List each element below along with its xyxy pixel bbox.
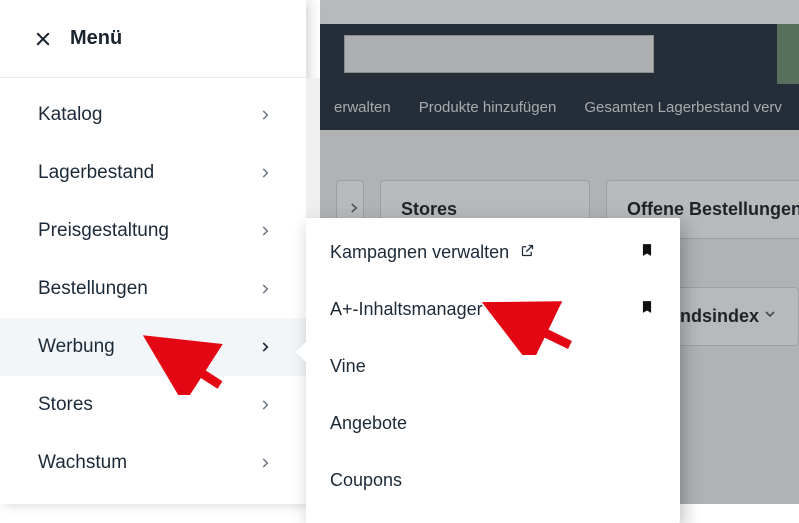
sidebar-item-preisgestaltung[interactable]: Preisgestaltung: [0, 202, 306, 260]
submenu-werbung: Kampagnen verwalten A+-Inhaltsmanager Vi…: [306, 218, 680, 523]
sidebar-item-lagerbestand[interactable]: Lagerbestand: [0, 144, 306, 202]
sidebar-item-label: Wachstum: [38, 452, 127, 474]
sidebar-menu: Katalog Lagerbestand Preisgestaltung Bes…: [0, 78, 306, 500]
chevron-right-icon: [258, 108, 272, 122]
nav-link-inventory[interactable]: Gesamten Lagerbestand verv: [584, 99, 782, 116]
submenu-item-label: Kampagnen verwalten: [330, 242, 509, 262]
sidebar-item-label: Bestellungen: [38, 278, 148, 300]
nav-link-add-products[interactable]: Produkte hinzufügen: [419, 99, 557, 116]
sidebar-header: Menü: [0, 0, 306, 78]
top-bar: [320, 24, 799, 84]
chevron-down-icon: [762, 306, 778, 327]
card-title: Stores: [401, 199, 457, 220]
close-icon[interactable]: [34, 30, 52, 48]
submenu-item-aplus[interactable]: A+-Inhaltsmanager: [306, 281, 680, 338]
nav-link-manage[interactable]: erwalten: [334, 99, 391, 116]
sidebar-item-label: Katalog: [38, 104, 102, 126]
sidebar: Menü Katalog Lagerbestand Preisgestaltun…: [0, 0, 306, 504]
chevron-down-icon: [347, 199, 361, 220]
submenu-item-coupons[interactable]: Coupons: [306, 452, 680, 509]
submenu-item-label: A+-Inhaltsmanager: [330, 299, 483, 320]
chevron-right-icon: [258, 166, 272, 180]
chevron-right-icon: [258, 456, 272, 470]
external-link-icon: [520, 242, 535, 262]
sidebar-item-wachstum[interactable]: Wachstum: [0, 434, 306, 492]
submenu-item-kampagnen[interactable]: Kampagnen verwalten: [306, 224, 680, 281]
bookmark-icon[interactable]: [640, 242, 654, 263]
submenu-item-label: Vine: [330, 356, 366, 377]
submenu-item-angebote[interactable]: Angebote: [306, 395, 680, 452]
bookmark-icon[interactable]: [640, 299, 654, 320]
sidebar-item-bestellungen[interactable]: Bestellungen: [0, 260, 306, 318]
search-button[interactable]: [777, 24, 799, 84]
card-title: andsindex: [670, 306, 759, 327]
sidebar-item-stores[interactable]: Stores: [0, 376, 306, 434]
sidebar-item-label: Stores: [38, 394, 93, 416]
chevron-right-icon: [258, 340, 272, 354]
chevron-right-icon: [258, 398, 272, 412]
sidebar-item-werbung[interactable]: Werbung: [0, 318, 306, 376]
submenu-item-vine[interactable]: Vine: [306, 338, 680, 395]
sidebar-item-label: Werbung: [38, 336, 115, 358]
card-title: Offene Bestellungen: [627, 199, 799, 220]
chevron-right-icon: [258, 224, 272, 238]
chevron-right-icon: [258, 282, 272, 296]
search-input[interactable]: [344, 35, 654, 73]
menu-title: Menü: [70, 27, 122, 50]
submenu-item-label: Coupons: [330, 470, 402, 491]
secondary-nav: erwalten Produkte hinzufügen Gesamten La…: [320, 84, 799, 130]
sidebar-item-katalog[interactable]: Katalog: [0, 86, 306, 144]
sidebar-item-label: Lagerbestand: [38, 162, 154, 184]
submenu-item-label: Angebote: [330, 413, 407, 434]
sidebar-item-label: Preisgestaltung: [38, 220, 169, 242]
